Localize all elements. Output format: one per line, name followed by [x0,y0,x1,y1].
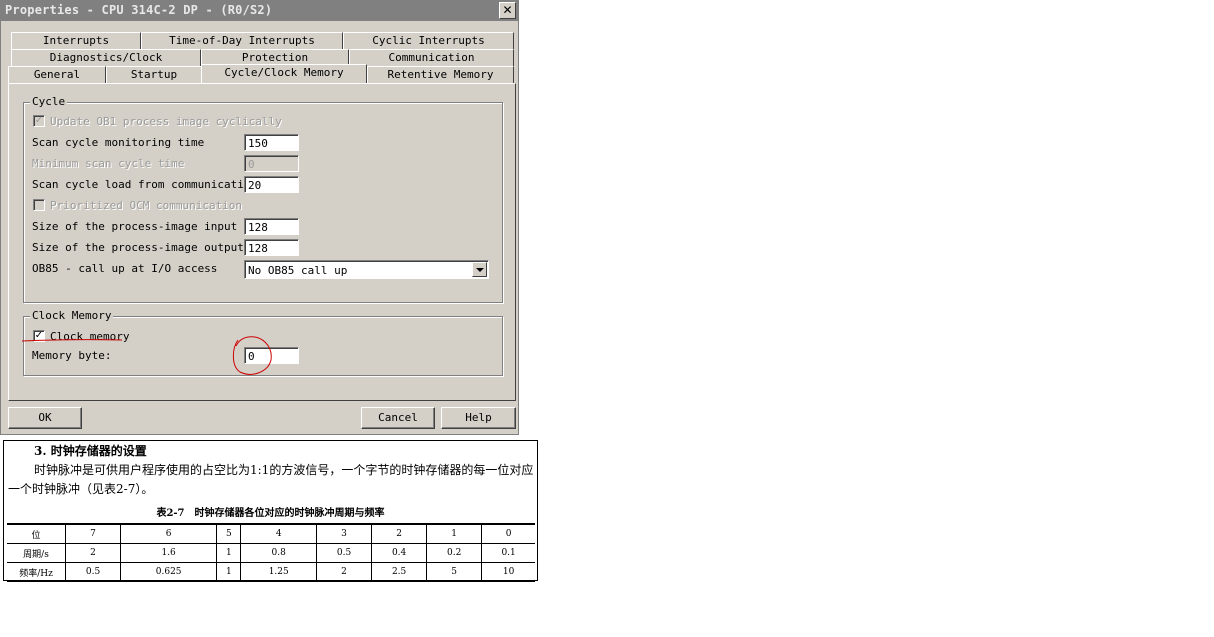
piq-size-label: Size of the process-image output [32,241,244,254]
title-bar[interactable]: Properties - CPU 314C-2 DP - (R0/S2) ✕ [1,1,518,21]
update-ob1-checkbox[interactable]: ✓ [33,115,45,127]
section-paragraph: 时钟脉冲是可供用户程序使用的占空比为1:1的方波信号，一个字节的时钟存储器的每一… [8,463,534,496]
table-cell: 0.5 [64,562,122,582]
table-cell: 2.5 [371,562,428,582]
table-cell: 0.625 [120,562,218,582]
scan-monitoring-input[interactable]: 150 [244,134,299,151]
tab-general[interactable]: General [8,66,106,83]
tab-retentive-memory[interactable]: Retentive Memory [367,66,514,83]
update-ob1-label: Update OB1 process image cyclically [50,115,282,128]
clock-memory-table: 位 7 6 5 4 3 2 1 0 周期/s 2 1.6 1 0.8 0.5 0… [7,523,535,582]
table-cell: 3 [316,523,373,544]
table-cell: 5 [216,523,242,544]
prioritized-ocm-checkbox [33,199,45,211]
clock-memory-group-title: Clock Memory [30,309,114,322]
table-cell: 0.5 [316,543,373,563]
tab-communication[interactable]: Communication [349,49,514,66]
piq-size-input[interactable]: 128 [244,239,299,256]
clock-memory-group: Clock Memory [23,309,503,376]
tab-cyclic-interrupts[interactable]: Cyclic Interrupts [343,32,514,49]
table-cell: 位 [7,523,66,544]
table-cell: 2 [316,562,373,582]
close-icon: ✕ [502,3,513,17]
table-cell: 0.2 [426,543,483,563]
scan-load-input[interactable]: 20 [244,176,299,193]
table-cell: 频率/Hz [7,562,66,582]
ok-button[interactable]: OK [8,407,82,429]
table-cell: 1.6 [120,543,218,563]
help-button[interactable]: Help [441,407,516,429]
clock-memory-checkbox[interactable]: ✓ [33,330,45,342]
min-scan-label: Minimum scan cycle time [32,157,185,170]
chevron-down-icon[interactable] [472,262,487,277]
pii-size-label: Size of the process-image input [32,220,238,233]
ob85-selected-value: No OB85 call up [248,264,348,277]
tab-interrupts[interactable]: Interrupts [11,32,141,49]
properties-dialog: Properties - CPU 314C-2 DP - (R0/S2) ✕ I… [0,0,519,435]
ob85-select[interactable]: No OB85 call up [244,260,489,279]
pii-size-input[interactable]: 128 [244,218,299,235]
table-cell: 2 [371,523,428,544]
section-heading: 3. 时钟存储器的设置 [34,444,147,458]
cycle-group-title: Cycle [30,95,68,108]
tab-time-of-day-interrupts[interactable]: Time-of-Day Interrupts [141,32,343,49]
tab-diagnostics-clock[interactable]: Diagnostics/Clock [11,49,201,66]
table-cell: 4 [240,523,318,544]
table-cell: 1 [426,523,483,544]
table-cell: 周期/s [7,543,66,563]
clock-memory-label: Clock memory [50,330,130,343]
memory-byte-label: Memory byte: [32,349,112,362]
table-cell: 0 [481,523,535,544]
table-cell: 5 [426,562,483,582]
table-cell: 0.8 [240,543,318,563]
cancel-button[interactable]: Cancel [361,407,435,429]
prioritized-ocm-label: Prioritized OCM communication [50,199,243,212]
scan-monitoring-label: Scan cycle monitoring time [32,136,205,149]
table-cell: 1 [216,543,242,563]
table-cell: 6 [120,523,218,544]
table-caption: 表2-7 时钟存储器各位对应的时钟脉冲周期与频率 [156,508,385,519]
table-row: 频率/Hz 0.5 0.625 1 1.25 2 2.5 5 10 [7,562,535,582]
table-cell: 10 [481,562,535,582]
table-cell: 1.25 [240,562,318,582]
scan-load-label: Scan cycle load from communication [32,178,258,191]
table-cell: 0.4 [371,543,428,563]
min-scan-input: 0 [244,155,299,172]
table-cell: 1 [216,562,242,582]
table-row: 周期/s 2 1.6 1 0.8 0.5 0.4 0.2 0.1 [7,543,535,563]
table-cell: 2 [64,543,122,563]
close-button[interactable]: ✕ [499,2,516,19]
table-cell: 0.1 [481,543,535,563]
tab-panel: Cycle ✓ Update OB1 process image cyclica… [8,83,516,401]
memory-byte-input[interactable]: 0 [244,347,299,364]
window-title: Properties - CPU 314C-2 DP - (R0/S2) [5,3,273,17]
ob85-label: OB85 - call up at I/O access [32,262,218,275]
textbook-excerpt: 3. 时钟存储器的设置 时钟脉冲是可供用户程序使用的占空比为1:1的方波信号，一… [3,440,538,582]
tab-cycle-clock-memory[interactable]: Cycle/Clock Memory [201,64,367,83]
tab-startup[interactable]: Startup [106,66,202,83]
table-row: 位 7 6 5 4 3 2 1 0 [7,523,535,544]
table-cell: 7 [64,523,122,544]
